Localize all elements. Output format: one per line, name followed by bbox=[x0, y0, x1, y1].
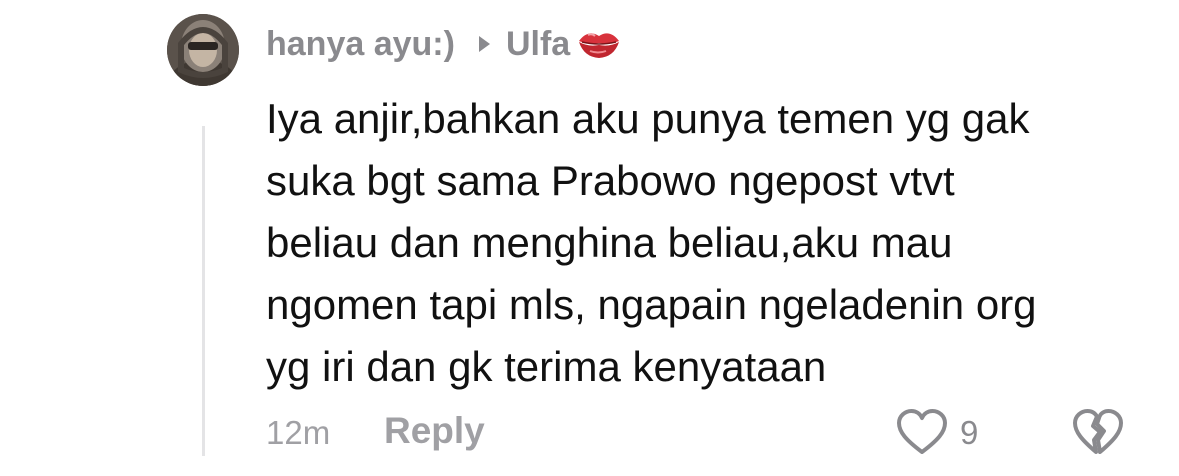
thread-line bbox=[202, 126, 205, 456]
author-username[interactable]: hanya ayu:) bbox=[266, 25, 455, 64]
timestamp: 12m bbox=[266, 414, 331, 451]
comment-line: Iya anjir,bahkan aku punya temen yg gak bbox=[266, 95, 1030, 142]
like-count: 9 bbox=[960, 414, 979, 451]
comment-header: hanya ayu:) Ulfa bbox=[266, 16, 622, 72]
avatar-image bbox=[167, 14, 239, 86]
reply-button[interactable]: Reply bbox=[384, 410, 485, 452]
reply-to-username[interactable]: Ulfa bbox=[506, 25, 570, 64]
avatar[interactable] bbox=[167, 14, 239, 86]
kiss-mark-icon bbox=[576, 27, 622, 61]
comment-line: beliau dan menghina beliau,aku mau bbox=[266, 219, 953, 266]
comment-footer: 12m Reply 9 bbox=[266, 406, 1146, 462]
comment-line: ngomen tapi mls, ngapain ngeladenin org bbox=[266, 281, 1037, 328]
comment-line: yg iri dan gk terima kenyataan bbox=[266, 343, 827, 390]
comment-line: suka bgt sama Prabowo ngepost vtvt bbox=[266, 157, 955, 204]
broken-heart-outline-icon[interactable] bbox=[1072, 408, 1124, 456]
heart-outline-icon[interactable] bbox=[896, 408, 948, 456]
comment-body: Iya anjir,bahkan aku punya temen yg gak … bbox=[266, 88, 1166, 398]
play-arrow-icon bbox=[478, 36, 490, 52]
